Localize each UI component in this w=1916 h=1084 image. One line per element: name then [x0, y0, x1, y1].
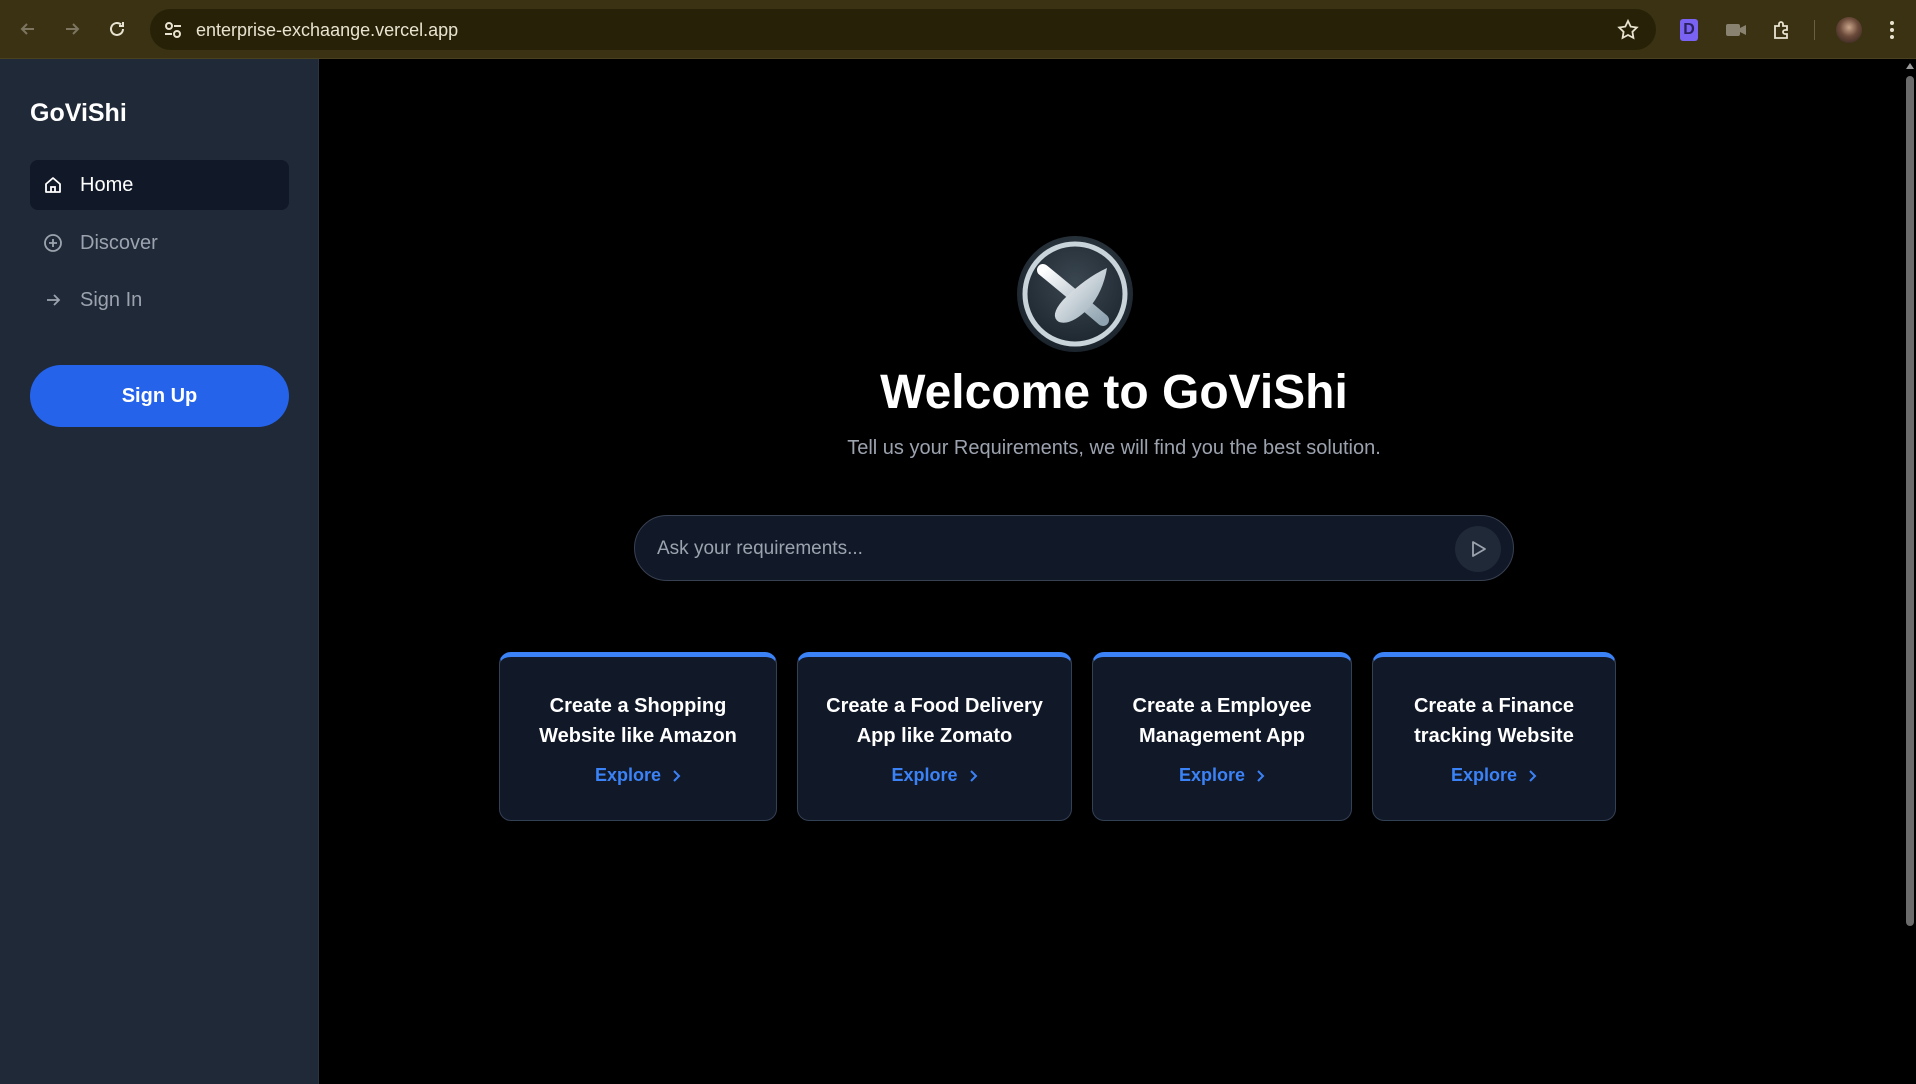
extension-d-button[interactable]: D — [1676, 17, 1702, 43]
explore-link[interactable]: Explore — [1451, 765, 1537, 786]
reload-icon — [110, 21, 124, 36]
extensions-button[interactable] — [1768, 16, 1796, 44]
kebab-menu-icon — [1890, 21, 1894, 39]
suggestion-card-food-delivery[interactable]: Create a Food Delivery App like Zomato E… — [797, 652, 1072, 821]
chevron-right-icon — [1257, 769, 1265, 782]
sidebar-item-label: Home — [80, 173, 134, 196]
explore-link[interactable]: Explore — [1179, 765, 1265, 786]
requirements-input[interactable] — [655, 530, 1439, 568]
govishi-logo-icon — [1017, 236, 1133, 352]
send-play-icon — [1472, 541, 1486, 557]
back-arrow-icon — [20, 23, 34, 35]
card-title: Create a Finance tracking Website — [1413, 695, 1575, 747]
sidebar-item-discover[interactable]: Discover — [30, 218, 289, 268]
chevron-right-icon — [969, 769, 977, 782]
page-scrollbar-thumb[interactable] — [1906, 76, 1914, 926]
address-bar[interactable]: enterprise-exchaange.vercel.app — [150, 9, 1656, 50]
camera-extension-button[interactable] — [1722, 16, 1750, 44]
chevron-right-icon — [673, 769, 681, 782]
sidebar-item-label: Discover — [80, 231, 158, 254]
explore-label: Explore — [1178, 765, 1246, 785]
page-title: Welcome to GoViShi — [880, 366, 1348, 419]
card-title: Create a Employee Management App — [1132, 695, 1312, 747]
browser-menu-button[interactable] — [1878, 16, 1906, 44]
explore-link[interactable]: Explore — [891, 765, 977, 786]
sidebar: GoViShi Home Discover Sign In Sign Up — [0, 59, 319, 1084]
puzzle-icon — [1774, 21, 1788, 39]
plus-circle-icon — [42, 232, 64, 254]
chevron-right-icon — [1529, 769, 1537, 782]
explore-label: Explore — [1450, 765, 1518, 785]
sign-up-button[interactable]: Sign Up — [30, 365, 289, 427]
site-settings-icon[interactable] — [162, 19, 184, 41]
home-icon — [42, 174, 64, 196]
sidebar-item-home[interactable]: Home — [30, 160, 289, 210]
brand-name[interactable]: GoViShi — [30, 99, 127, 128]
toolbar-divider — [1814, 20, 1815, 40]
video-camera-icon — [1726, 24, 1746, 36]
suggestion-card-employee-management[interactable]: Create a Employee Management App Explore — [1092, 652, 1352, 821]
sidebar-item-label: Sign In — [80, 288, 143, 311]
suggestion-card-shopping[interactable]: Create a Shopping Website like Amazon Ex… — [499, 652, 777, 821]
explore-label: Explore — [891, 765, 958, 785]
reload-button[interactable] — [102, 14, 132, 44]
requirements-search-bar — [634, 515, 1514, 581]
scroll-up-arrow-icon[interactable] — [1904, 62, 1916, 74]
url-text[interactable]: enterprise-exchaange.vercel.app — [196, 20, 458, 41]
back-button[interactable] — [13, 14, 43, 44]
explore-label: Explore — [594, 765, 662, 785]
explore-link[interactable]: Explore — [595, 765, 681, 786]
send-button[interactable] — [1455, 526, 1501, 572]
forward-button[interactable] — [57, 14, 87, 44]
page-subtitle: Tell us your Requirements, we will find … — [847, 437, 1381, 459]
bookmark-star-icon[interactable] — [1616, 18, 1640, 42]
browser-toolbar: enterprise-exchaange.vercel.app D — [0, 0, 1916, 59]
card-title: Create a Food Delivery App like Zomato — [826, 695, 1043, 747]
forward-arrow-icon — [66, 23, 80, 35]
suggestion-card-finance-tracking[interactable]: Create a Finance tracking Website Explor… — [1372, 652, 1616, 821]
extension-d-icon: D — [1680, 19, 1698, 41]
card-title: Create a Shopping Website like Amazon — [539, 695, 737, 747]
profile-avatar[interactable] — [1836, 17, 1862, 43]
sidebar-item-sign-in[interactable]: Sign In — [30, 275, 289, 325]
arrow-right-icon — [42, 289, 64, 311]
